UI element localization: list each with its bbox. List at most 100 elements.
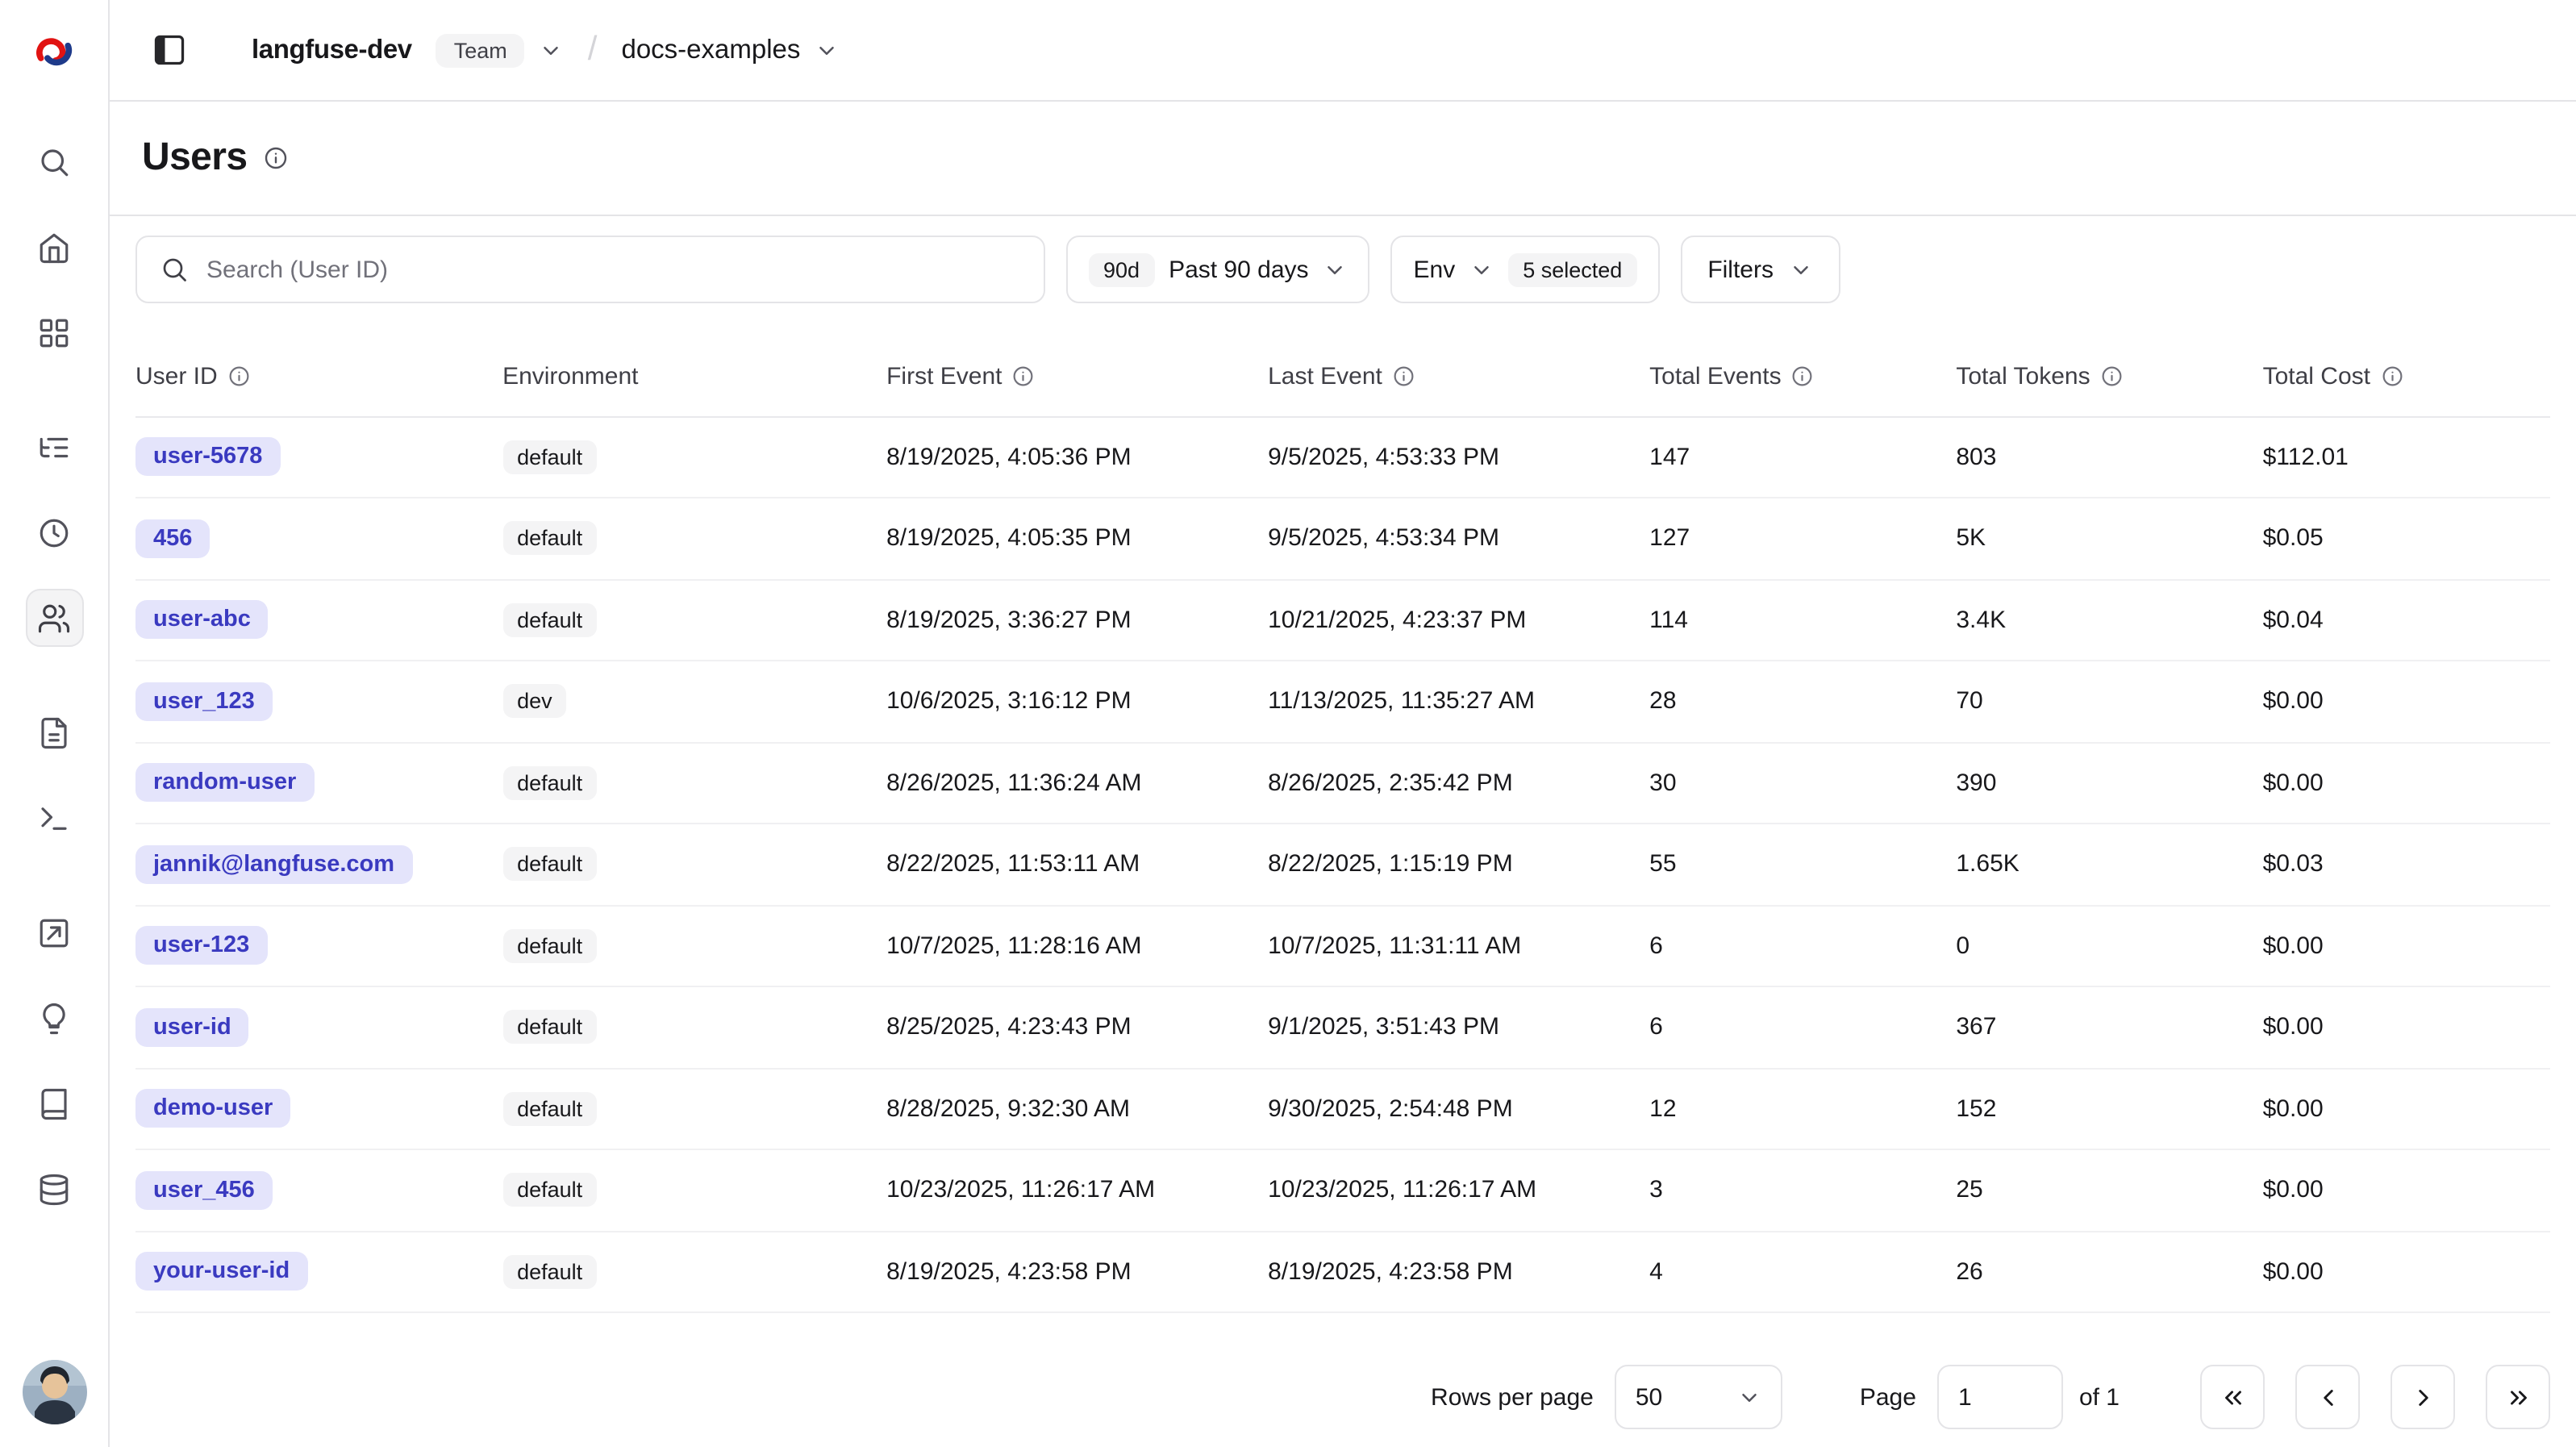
sidebar-item-users[interactable] — [25, 589, 83, 647]
total-events-cell: 4 — [1649, 1231, 1956, 1312]
user-avatar[interactable] — [22, 1360, 86, 1424]
user-id-badge[interactable]: user-123 — [135, 927, 267, 965]
user-id-badge[interactable]: jannik@langfuse.com — [135, 845, 412, 884]
total-events-cell: 30 — [1649, 742, 1956, 824]
org-name[interactable]: langfuse-dev — [252, 35, 412, 65]
first-event-cell: 8/19/2025, 4:05:36 PM — [886, 416, 1268, 498]
sidebar-item-home[interactable] — [25, 218, 83, 276]
chevron-down-icon — [1737, 1385, 1761, 1409]
sidebar-item-playground[interactable] — [25, 789, 83, 847]
last-event-cell: 9/5/2025, 4:53:33 PM — [1268, 416, 1649, 498]
table-row[interactable]: 456 default 8/19/2025, 4:05:35 PM 9/5/20… — [135, 498, 2550, 579]
lightbulb-icon — [37, 1001, 71, 1035]
total-tokens-cell: 3.4K — [1956, 579, 2262, 661]
environment-badge: default — [502, 929, 597, 963]
evaluation-icon — [37, 915, 71, 949]
chevron-left-icon — [2314, 1383, 2341, 1411]
sidebar-item-llm-judge[interactable] — [25, 989, 83, 1047]
date-range-select[interactable]: 90d Past 90 days — [1066, 236, 1370, 303]
user-id-badge[interactable]: user_456 — [135, 1171, 273, 1210]
langfuse-logo[interactable] — [0, 0, 108, 102]
first-event-cell: 8/28/2025, 9:32:30 AM — [886, 1068, 1268, 1149]
info-icon[interactable] — [2100, 365, 2124, 389]
sidebar-toggle-button[interactable] — [145, 26, 194, 74]
first-page-button[interactable] — [2200, 1365, 2265, 1429]
info-icon[interactable] — [1392, 365, 1415, 389]
total-events-cell: 12 — [1649, 1068, 1956, 1149]
table-row[interactable]: demo-user default 8/28/2025, 9:32:30 AM … — [135, 1068, 2550, 1149]
rows-per-page-value: 50 — [1636, 1383, 1662, 1411]
info-icon[interactable] — [1791, 365, 1815, 389]
total-events-cell: 3 — [1649, 1149, 1956, 1231]
col-first-event: First Event — [886, 339, 1268, 416]
table-row[interactable]: user-id default 8/25/2025, 4:23:43 PM 9/… — [135, 986, 2550, 1068]
first-event-cell: 10/23/2025, 11:26:17 AM — [886, 1149, 1268, 1231]
page-number-input[interactable] — [1937, 1365, 2063, 1429]
sidebar-item-prompts[interactable] — [25, 703, 83, 761]
filters-label: Filters — [1707, 256, 1774, 283]
filters-button[interactable]: Filters — [1680, 236, 1840, 303]
chevrons-right-icon — [2504, 1383, 2532, 1411]
environment-badge: default — [502, 1174, 597, 1207]
first-event-cell: 10/6/2025, 3:16:12 PM — [886, 661, 1268, 742]
previous-page-button[interactable] — [2295, 1365, 2360, 1429]
total-events-cell: 147 — [1649, 416, 1956, 498]
total-cost-cell: $0.00 — [2263, 661, 2550, 742]
column-label: Total Events — [1649, 364, 1781, 391]
column-label: User ID — [135, 364, 218, 391]
user-id-badge[interactable]: user-id — [135, 1008, 249, 1047]
info-icon[interactable] — [1011, 365, 1035, 389]
page-total-label: of 1 — [2079, 1383, 2120, 1411]
user-id-badge[interactable]: user-5678 — [135, 438, 280, 477]
environment-badge: default — [502, 1255, 597, 1289]
environment-select[interactable]: Env 5 selected — [1391, 236, 1660, 303]
last-event-cell: 10/7/2025, 11:31:11 AM — [1268, 905, 1649, 986]
langfuse-logo-icon — [31, 27, 77, 74]
table-row[interactable]: user-123 default 10/7/2025, 11:28:16 AM … — [135, 905, 2550, 986]
total-cost-cell: $0.00 — [2263, 1068, 2550, 1149]
total-tokens-cell: 70 — [1956, 661, 2262, 742]
date-range-label: Past 90 days — [1169, 256, 1308, 283]
chevron-down-icon — [1469, 257, 1494, 281]
project-name[interactable]: docs-examples — [621, 35, 800, 65]
sidebar-item-sessions[interactable] — [25, 503, 83, 561]
user-id-badge[interactable]: 456 — [135, 519, 210, 558]
environment-badge: default — [502, 1011, 597, 1045]
org-chevron-down-icon[interactable] — [540, 38, 564, 62]
user-id-badge[interactable]: demo-user — [135, 1090, 290, 1128]
last-page-button[interactable] — [2486, 1365, 2550, 1429]
table-row[interactable]: random-user default 8/26/2025, 11:36:24 … — [135, 742, 2550, 824]
sidebar-item-annotation[interactable] — [25, 1074, 83, 1132]
next-page-button[interactable] — [2391, 1365, 2455, 1429]
app-root: langfuse-dev Team / docs-examples Users … — [0, 0, 2576, 1447]
info-icon[interactable] — [227, 365, 251, 389]
user-id-badge[interactable]: random-user — [135, 764, 314, 803]
project-chevron-down-icon[interactable] — [815, 38, 839, 62]
sidebar-item-dashboards[interactable] — [25, 303, 83, 361]
page-title: Users — [142, 136, 247, 181]
user-id-badge[interactable]: your-user-id — [135, 1253, 307, 1291]
sessions-clock-icon — [37, 515, 71, 549]
rows-per-page-select[interactable]: 50 — [1615, 1365, 1782, 1429]
sidebar-item-search[interactable] — [25, 132, 83, 190]
users-icon — [37, 601, 71, 635]
environment-selected-badge: 5 selected — [1508, 252, 1636, 286]
table-row[interactable]: user-5678 default 8/19/2025, 4:05:36 PM … — [135, 416, 2550, 498]
chevron-right-icon — [2409, 1383, 2436, 1411]
sidebar-item-evaluation[interactable] — [25, 903, 83, 961]
page-title-info-icon[interactable] — [263, 145, 289, 171]
total-cost-cell: $0.00 — [2263, 1149, 2550, 1231]
total-tokens-cell: 390 — [1956, 742, 2262, 824]
sidebar-item-datasets[interactable] — [25, 1160, 83, 1218]
table-row[interactable]: your-user-id default 8/19/2025, 4:23:58 … — [135, 1231, 2550, 1312]
sidebar-item-tracing[interactable] — [25, 418, 83, 476]
info-icon[interactable] — [2380, 365, 2403, 389]
col-user-id: User ID — [135, 339, 502, 416]
search-input[interactable] — [206, 256, 1024, 283]
table-row[interactable]: user-abc default 8/19/2025, 3:36:27 PM 1… — [135, 579, 2550, 661]
table-row[interactable]: jannik@langfuse.com default 8/22/2025, 1… — [135, 824, 2550, 905]
user-id-badge[interactable]: user_123 — [135, 682, 273, 721]
table-row[interactable]: user_123 dev 10/6/2025, 3:16:12 PM 11/13… — [135, 661, 2550, 742]
table-row[interactable]: user_456 default 10/23/2025, 11:26:17 AM… — [135, 1149, 2550, 1231]
user-id-badge[interactable]: user-abc — [135, 601, 269, 640]
